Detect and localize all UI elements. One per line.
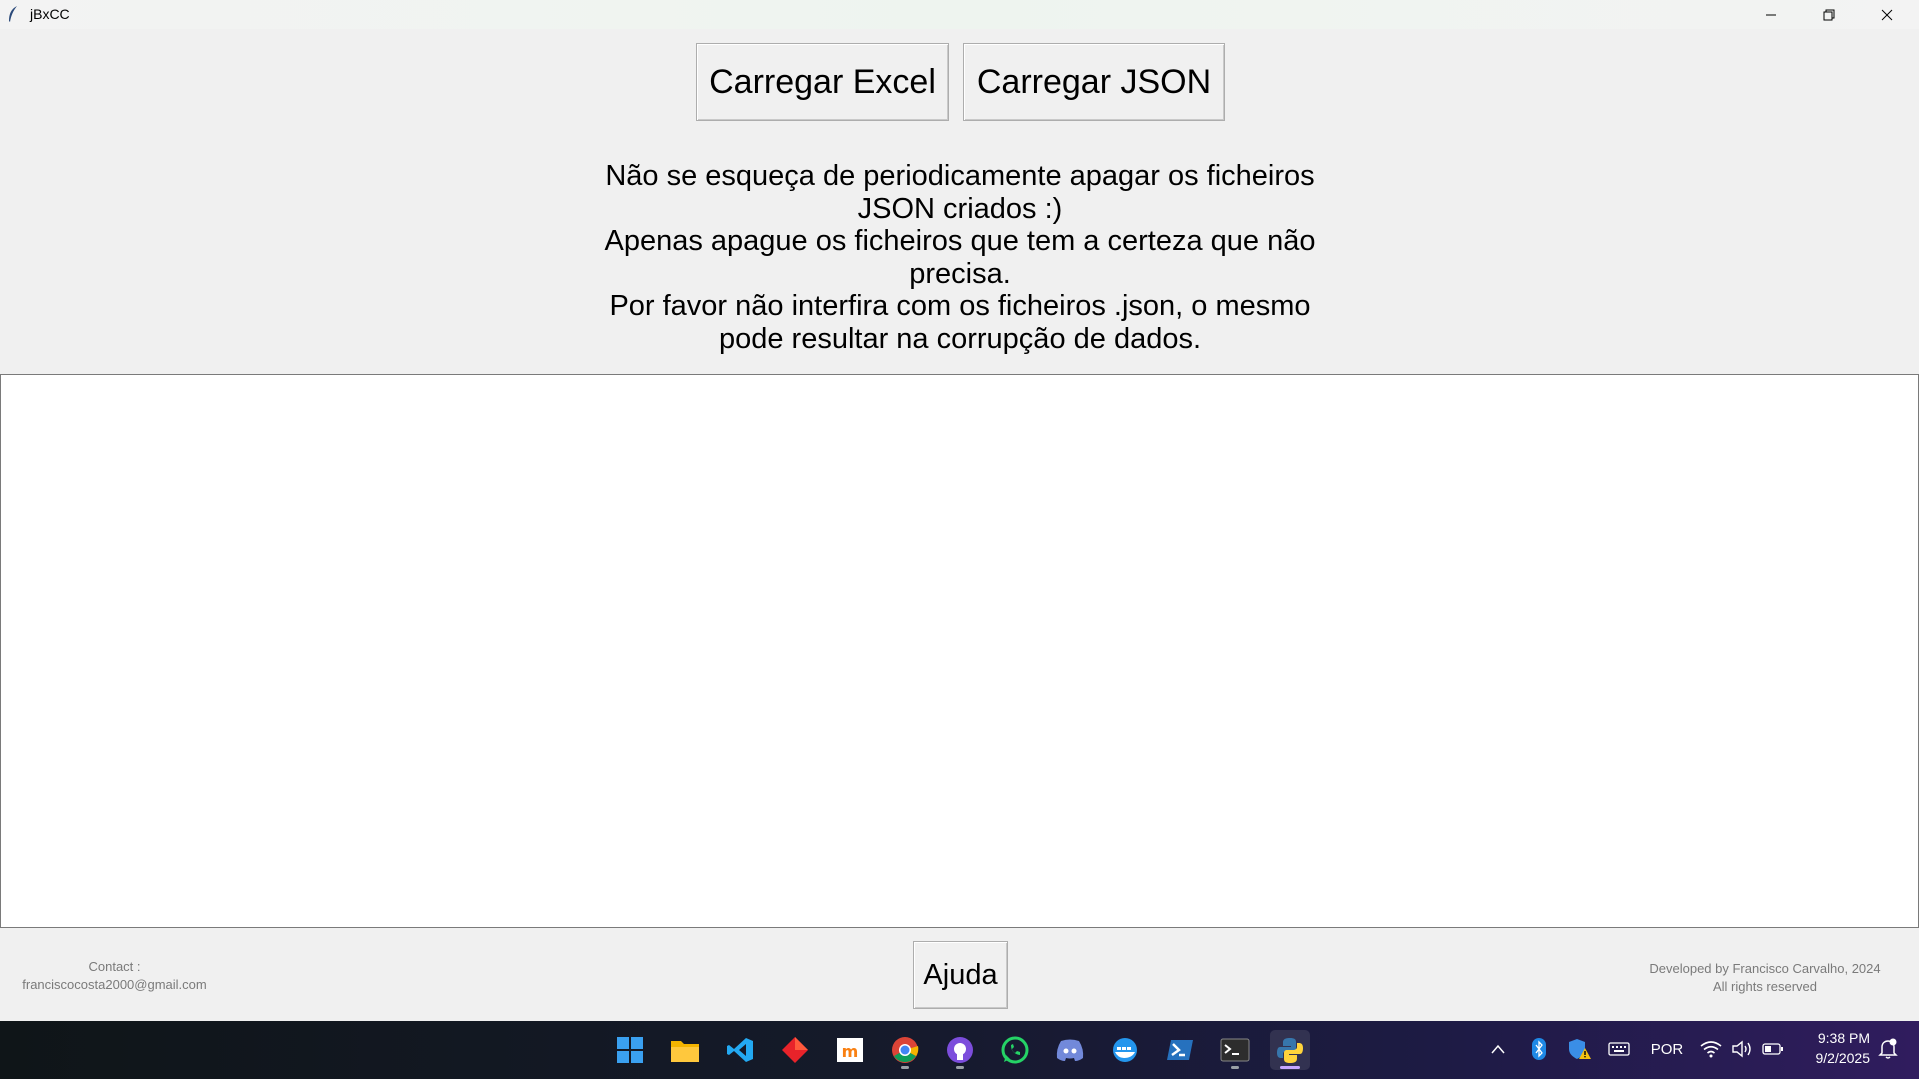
notifications-tray[interactable] bbox=[1875, 1037, 1901, 1061]
python-icon bbox=[1277, 1038, 1303, 1063]
minimize-icon bbox=[1766, 14, 1776, 15]
restore-icon bbox=[1823, 9, 1835, 20]
notice-line: pode resultar na corrupção de dados. bbox=[718, 322, 1202, 355]
notification-bell-icon bbox=[1878, 1038, 1898, 1059]
clock-date: 9/2/2025 bbox=[1815, 1050, 1871, 1066]
running-indicator bbox=[901, 1066, 909, 1069]
git-client-icon bbox=[782, 1037, 808, 1063]
notice-line: JSON criados :) bbox=[857, 192, 1063, 225]
running-indicator bbox=[956, 1066, 964, 1069]
notice-line: Por favor não interfira com os ficheiros… bbox=[609, 290, 1311, 322]
security-warning-icon bbox=[1569, 1039, 1591, 1059]
clock[interactable]: 9:38 PM 9/2/2025 bbox=[1790, 1028, 1871, 1068]
taskbar-docker[interactable] bbox=[1105, 1030, 1145, 1070]
chrome-icon bbox=[892, 1037, 919, 1063]
wifi-icon bbox=[1700, 1041, 1722, 1058]
taskbar-discord[interactable] bbox=[1050, 1030, 1090, 1070]
chevron-up-icon bbox=[1491, 1044, 1505, 1054]
running-indicator bbox=[1231, 1066, 1239, 1069]
bluetooth-tray[interactable] bbox=[1527, 1037, 1551, 1061]
taskbar-chrome[interactable] bbox=[885, 1030, 925, 1070]
network-volume-battery-tray[interactable] bbox=[1700, 1037, 1784, 1061]
volume-icon bbox=[1732, 1040, 1751, 1058]
terminal-icon bbox=[1220, 1038, 1250, 1062]
help-button[interactable]: Ajuda bbox=[913, 941, 1008, 1009]
security-tray[interactable] bbox=[1567, 1037, 1593, 1061]
credits-line: All rights reserved bbox=[1712, 979, 1818, 994]
output-text-area[interactable] bbox=[0, 374, 1919, 928]
whatsapp-icon bbox=[1001, 1036, 1029, 1064]
moodle-icon: m bbox=[837, 1038, 863, 1062]
taskbar-git-client[interactable] bbox=[775, 1030, 815, 1070]
title-bar: jBxCC bbox=[0, 0, 1919, 29]
notice-text: Não se esqueça de periodicamente apagar … bbox=[560, 160, 1360, 355]
taskbar-whatsapp[interactable] bbox=[995, 1030, 1035, 1070]
contact-info: Contact : franciscocosta2000@gmail.com bbox=[12, 958, 217, 994]
notice-line: Não se esqueça de periodicamente apagar … bbox=[605, 160, 1315, 192]
discord-icon bbox=[1056, 1039, 1084, 1061]
credits-line: Developed by Francisco Carvalho, 2024 bbox=[1649, 961, 1881, 976]
notice-line: Apenas apague os ficheiros que tem a cer… bbox=[604, 225, 1316, 257]
start-button[interactable] bbox=[610, 1030, 650, 1070]
restore-button[interactable] bbox=[1800, 0, 1858, 29]
taskbar-powershell[interactable] bbox=[1160, 1030, 1200, 1070]
load-json-button[interactable]: Carregar JSON bbox=[963, 43, 1225, 121]
windows-start-icon bbox=[617, 1037, 643, 1063]
taskbar-vscode[interactable] bbox=[720, 1030, 760, 1070]
taskbar-file-explorer[interactable] bbox=[665, 1030, 705, 1070]
clock-time: 9:38 PM bbox=[1817, 1030, 1870, 1046]
contact-label: Contact : bbox=[88, 959, 141, 974]
feather-icon bbox=[9, 6, 17, 22]
svg-text:m: m bbox=[842, 1042, 859, 1061]
language-indicator[interactable]: POR bbox=[1645, 1037, 1689, 1061]
bluetooth-icon bbox=[1532, 1038, 1546, 1060]
credits: Developed by Francisco Carvalho, 2024 Al… bbox=[1620, 960, 1910, 996]
docker-icon bbox=[1113, 1038, 1137, 1062]
powershell-icon bbox=[1167, 1040, 1193, 1060]
github-icon bbox=[947, 1037, 973, 1063]
taskbar: m POR bbox=[0, 1021, 1919, 1079]
minimize-button[interactable] bbox=[1742, 0, 1800, 29]
keyboard-icon bbox=[1608, 1042, 1630, 1056]
file-explorer-icon bbox=[671, 1041, 699, 1062]
contact-email: franciscocosta2000@gmail.com bbox=[22, 977, 207, 992]
notice-line: precisa. bbox=[909, 257, 1011, 290]
active-indicator bbox=[1280, 1066, 1300, 1069]
show-hidden-icons-button[interactable] bbox=[1487, 1037, 1509, 1061]
taskbar-moodle[interactable]: m bbox=[830, 1030, 870, 1070]
close-icon bbox=[1881, 9, 1893, 20]
taskbar-python[interactable] bbox=[1270, 1030, 1310, 1070]
keyboard-tray[interactable] bbox=[1606, 1037, 1632, 1061]
battery-icon bbox=[1762, 1043, 1783, 1055]
taskbar-terminal[interactable] bbox=[1215, 1030, 1255, 1070]
load-excel-button[interactable]: Carregar Excel bbox=[696, 43, 949, 121]
close-button[interactable] bbox=[1858, 0, 1916, 29]
vscode-icon bbox=[727, 1038, 753, 1062]
window-title: jBxCC bbox=[30, 6, 70, 22]
taskbar-github[interactable] bbox=[940, 1030, 980, 1070]
